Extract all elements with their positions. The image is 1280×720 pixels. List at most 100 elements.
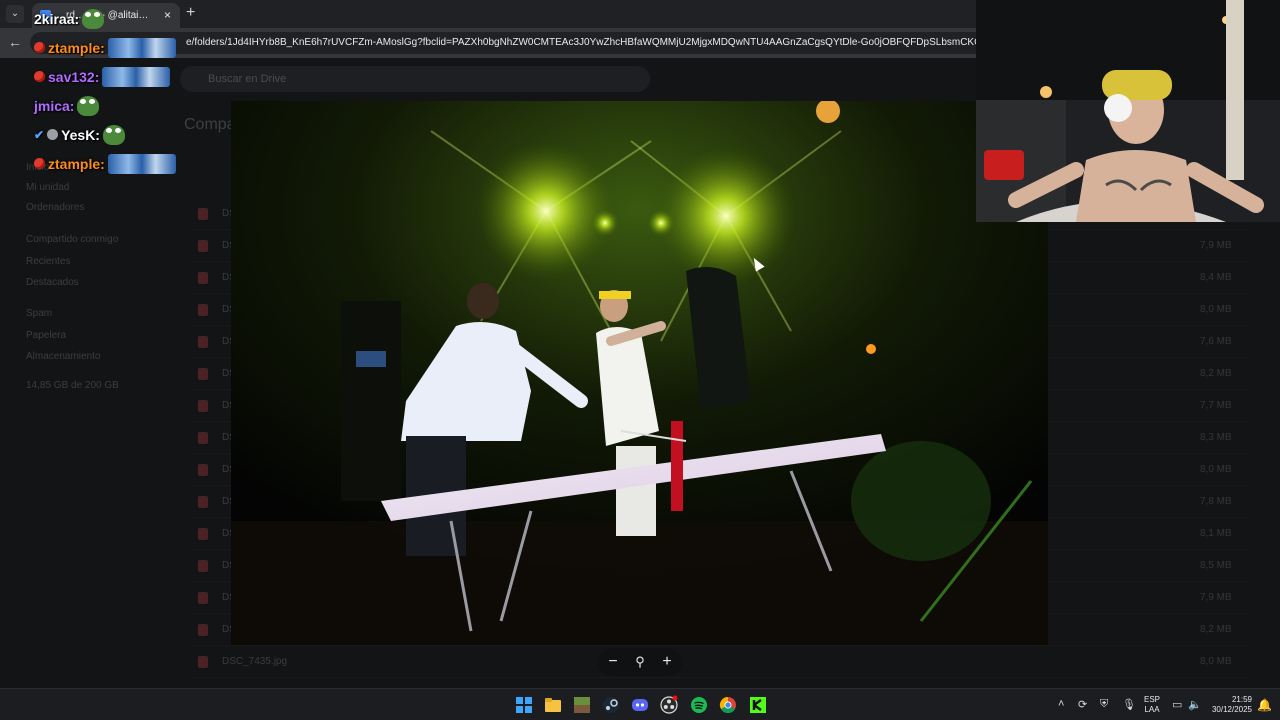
file-size: 8,3 MB: [1200, 432, 1232, 443]
image-file-icon: [198, 528, 208, 540]
file-size: 7,9 MB: [1200, 240, 1232, 251]
chat-username[interactable]: ztample:: [48, 156, 105, 172]
chat-username[interactable]: ztample:: [48, 40, 105, 56]
system-tray: ˄ ⟳ ⛨ 🎙 ESP LAA ▭ 🔈 21:59 30/12/2025 🔔: [1056, 689, 1280, 720]
zoom-out-button[interactable]: −: [602, 651, 624, 673]
chevron-up-icon[interactable]: ˄: [1058, 698, 1064, 710]
clock-date: 30/12/2025: [1211, 705, 1252, 714]
drive-storage-text: 14,85 GB de 200 GB: [26, 380, 119, 391]
spotify-icon[interactable]: [689, 695, 709, 715]
emote-icon: [102, 66, 171, 87]
verified-badge-icon: ✔: [34, 127, 45, 142]
subscriber-badge-icon: [34, 71, 45, 82]
image-file-icon: [198, 400, 208, 412]
image-file-icon: [198, 240, 208, 252]
language-indicator[interactable]: ESP LAA: [1144, 695, 1160, 715]
image-file-icon: [198, 368, 208, 380]
image-file-icon: [198, 592, 208, 604]
network-icon[interactable]: ▭: [1172, 698, 1182, 711]
file-size: 7,9 MB: [1200, 592, 1232, 603]
file-size: 7,8 MB: [1200, 496, 1232, 507]
chat-username[interactable]: jmica:: [34, 98, 74, 114]
drive-nav-computers[interactable]: Ordenadores: [26, 202, 84, 213]
streamer-webcam: [976, 0, 1280, 222]
pepe-emote-icon: [77, 95, 100, 116]
chat-message: ztample:: [34, 33, 204, 62]
image-file-icon: [198, 432, 208, 444]
file-size: 8,4 MB: [1200, 272, 1232, 283]
drive-search-bar[interactable]: Buscar en Drive: [180, 66, 650, 92]
drive-nav-recent[interactable]: Recientes: [26, 256, 70, 267]
stream-chat-overlay: 2kiraa: ztample: sav132: jmica: ✔ YesK: ztampl…: [34, 4, 204, 178]
discord-icon[interactable]: [630, 695, 650, 715]
drive-nav-my-drive[interactable]: Mi unidad: [26, 182, 69, 193]
shield-icon[interactable]: ⛨: [1100, 698, 1108, 711]
file-size: 8,5 MB: [1200, 560, 1232, 571]
back-arrow-icon[interactable]: ←: [8, 34, 22, 50]
keyboard-layout: LAA: [1144, 705, 1160, 714]
image-file-icon: [198, 624, 208, 636]
url-text: e/folders/1Jd4IHYrb8B_KnE6h7rUVCFZm-AMos…: [186, 37, 986, 48]
clock-time: 21:59: [1231, 695, 1252, 704]
drive-nav-trash[interactable]: Papelera: [26, 330, 66, 341]
zoom-controls: − ⚲ +: [598, 648, 682, 676]
drive-nav-starred[interactable]: Destacados: [26, 277, 79, 288]
file-name: DSC_7435.jpg: [222, 656, 288, 667]
table-row[interactable]: DSC_7435.jpg 8,0 MB: [190, 646, 1250, 678]
emote-icon: [107, 37, 176, 58]
notification-bell-icon[interactable]: 🔔: [1257, 698, 1272, 712]
file-size: 8,0 MB: [1200, 464, 1232, 475]
image-file-icon: [198, 656, 208, 668]
subscriber-badge-icon: [34, 158, 45, 169]
chat-message: jmica:: [34, 91, 204, 120]
pepe-emote-icon: [82, 8, 105, 29]
chat-username[interactable]: 2kiraa:: [34, 11, 79, 27]
zoom-search-icon[interactable]: ⚲: [629, 651, 651, 673]
moon-badge-icon: [47, 129, 59, 140]
image-file-icon: [198, 304, 208, 316]
drive-nav-shared[interactable]: Compartido conmigo: [26, 234, 118, 245]
photo-preview[interactable]: [231, 101, 1048, 645]
image-file-icon: [198, 208, 208, 220]
image-file-icon: [198, 496, 208, 508]
ping-pong-party-photo: [231, 101, 1048, 645]
file-explorer-icon[interactable]: [543, 695, 563, 715]
chat-message: 2kiraa:: [34, 4, 204, 33]
microphone-icon[interactable]: 🎙: [1122, 698, 1136, 711]
chat-username[interactable]: sav132:: [48, 69, 99, 85]
file-size: 8,0 MB: [1200, 304, 1232, 315]
kick-icon[interactable]: [748, 695, 768, 715]
drive-nav-storage[interactable]: Almacenamiento: [26, 351, 100, 362]
windows-taskbar: ˄ ⟳ ⛨ 🎙 ESP LAA ▭ 🔈 21:59 30/12/2025 🔔: [0, 688, 1280, 720]
drive-search-placeholder: Buscar en Drive: [208, 73, 287, 85]
file-size: 7,6 MB: [1200, 336, 1232, 347]
sync-icon[interactable]: ⟳: [1078, 698, 1087, 711]
file-size: 8,0 MB: [1200, 656, 1232, 667]
image-file-icon: [198, 272, 208, 284]
chat-message: ✔ YesK:: [34, 120, 204, 149]
tab-search-button[interactable]: ⌄: [6, 5, 24, 23]
subscriber-badge-icon: [34, 42, 45, 53]
chat-username[interactable]: YesK:: [61, 127, 100, 143]
file-size: 8,2 MB: [1200, 624, 1232, 635]
image-file-icon: [198, 336, 208, 348]
chrome-icon[interactable]: [718, 695, 738, 715]
file-size: 7,7 MB: [1200, 400, 1232, 411]
drive-nav-spam[interactable]: Spam: [26, 308, 52, 319]
image-file-icon: [198, 560, 208, 572]
screen: Buscar en Drive Compartido conmigo Inici…: [0, 0, 1280, 720]
steam-icon[interactable]: [601, 695, 621, 715]
volume-icon[interactable]: 🔈: [1188, 698, 1202, 711]
chat-message: sav132:: [34, 62, 204, 91]
clock[interactable]: 21:59 30/12/2025: [1206, 695, 1252, 715]
zoom-in-button[interactable]: +: [656, 651, 678, 673]
language-code: ESP: [1144, 695, 1161, 704]
pepe-emote-icon: [102, 124, 125, 145]
minecraft-icon[interactable]: [572, 695, 592, 715]
obs-icon[interactable]: [659, 695, 679, 715]
windows-start-icon[interactable]: [514, 695, 534, 715]
webcam-feed: [976, 0, 1280, 222]
file-size: 8,2 MB: [1200, 368, 1232, 379]
image-file-icon: [198, 464, 208, 476]
chat-message: ztample:: [34, 149, 204, 178]
